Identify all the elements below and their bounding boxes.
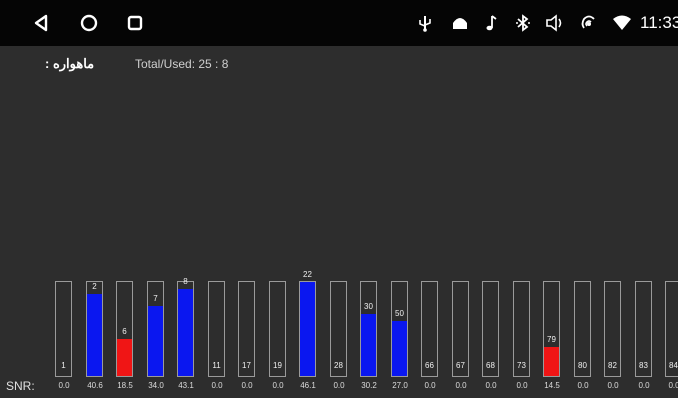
satellite-prn-label: 50 (395, 309, 404, 318)
satellite-prn-label: 28 (334, 361, 343, 370)
satellite-snr-value: 0.0 (272, 381, 284, 390)
satellite-prn-label: 83 (639, 361, 648, 370)
satellite-snr-value: 0.0 (668, 381, 678, 390)
satellite-snr-value: 46.1 (300, 381, 316, 390)
satellite-bar-fill (178, 289, 193, 376)
satellite-prn-label: 84 (669, 361, 678, 370)
satellite-snr-value: 14.5 (544, 381, 560, 390)
satellite-bar-fill (117, 339, 132, 376)
satellite-bar-fill (392, 321, 407, 376)
satellite-bar-fill (148, 306, 163, 376)
satellite-bar-prn-8 (177, 281, 194, 377)
satellite-prn-label: 19 (273, 361, 282, 370)
satellite-snr-value: 0.0 (485, 381, 497, 390)
snr-axis-label: SNR: (6, 379, 35, 393)
satellite-prn-label: 17 (242, 361, 251, 370)
satellite-prn-label: 68 (486, 361, 495, 370)
satellite-bar-prn-30 (360, 281, 377, 377)
satellite-prn-label: 73 (517, 361, 526, 370)
satellite-prn-label: 82 (608, 361, 617, 370)
satellite-snr-value: 18.5 (117, 381, 133, 390)
satellite-prn-label: 79 (547, 335, 556, 344)
satellite-prn-label: 11 (212, 361, 221, 370)
satellite-bar-prn-22 (299, 281, 316, 377)
satellite-snr-value: 0.0 (638, 381, 650, 390)
satellite-snr-value: 34.0 (148, 381, 164, 390)
satellite-snr-value: 0.0 (241, 381, 253, 390)
satellite-snr-value: 0.0 (607, 381, 619, 390)
satellite-bar-fill (87, 294, 102, 376)
satellite-snr-value: 27.0 (392, 381, 408, 390)
satellite-prn-label: 8 (183, 277, 188, 286)
satellite-bar-fill (361, 314, 376, 376)
satellite-snr-value: 40.6 (87, 381, 103, 390)
satellite-snr-value: 0.0 (424, 381, 436, 390)
satellite-snr-value: 0.0 (455, 381, 467, 390)
satellite-bar-prn-50 (391, 281, 408, 377)
satellite-snr-value: 0.0 (58, 381, 70, 390)
satellite-bar-prn-2 (86, 281, 103, 377)
satellite-prn-label: 7 (153, 294, 158, 303)
satellite-bar-fill (300, 282, 315, 376)
satellite-prn-label: 67 (456, 361, 465, 370)
satellite-prn-label: 2 (92, 282, 97, 291)
satellite-prn-label: 6 (122, 327, 127, 336)
satellite-bar-fill (544, 347, 559, 376)
satellite-snr-value: 43.1 (178, 381, 194, 390)
satellite-bar-prn-79 (543, 281, 560, 377)
satellite-prn-label: 66 (425, 361, 434, 370)
satellite-prn-label: 22 (303, 270, 312, 279)
snr-bar-chart: 1 0.0 2 40.6 6 18.5 7 34.0 8 43.1 11 0.0 17 0.0 19 0.0 2… (0, 0, 678, 398)
satellite-snr-value: 0.0 (211, 381, 223, 390)
satellite-snr-value: 0.0 (333, 381, 345, 390)
satellite-prn-label: 1 (61, 361, 66, 370)
satellite-snr-value: 0.0 (577, 381, 589, 390)
satellite-prn-label: 80 (578, 361, 587, 370)
satellite-prn-label: 30 (364, 302, 373, 311)
satellite-snr-value: 30.2 (361, 381, 377, 390)
satellite-snr-value: 0.0 (516, 381, 528, 390)
